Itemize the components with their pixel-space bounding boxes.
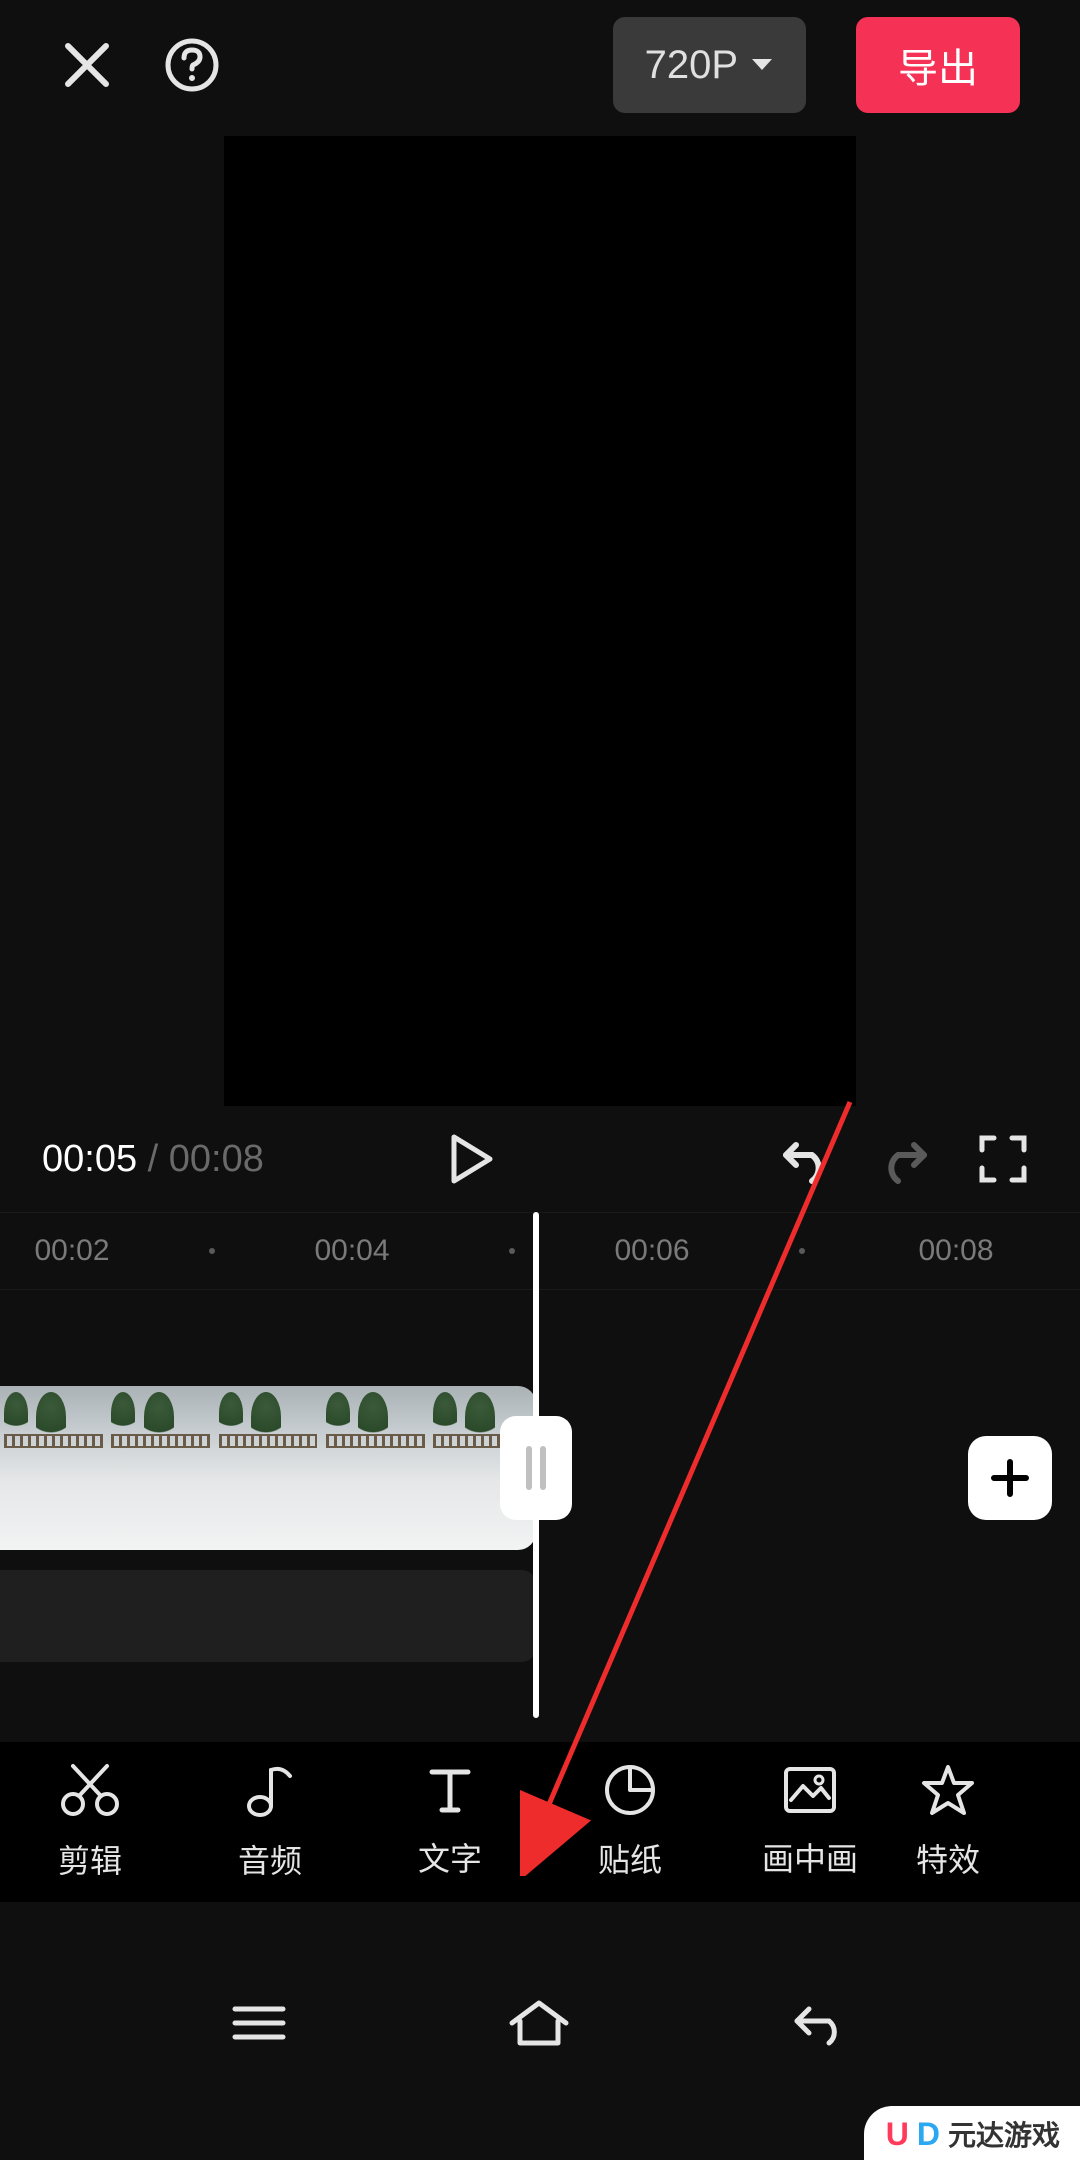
tool-sticker[interactable]: 贴纸	[540, 1766, 720, 1878]
undo-button[interactable]	[778, 1133, 832, 1185]
tool-effects-label: 特效	[916, 1835, 980, 1881]
close-icon	[60, 38, 114, 92]
resolution-selector[interactable]: 720P	[613, 17, 806, 113]
play-button[interactable]	[448, 1133, 494, 1185]
ruler-tick-label: 00:04	[314, 1234, 389, 1268]
fullscreen-icon	[978, 1134, 1028, 1184]
system-nav	[0, 1958, 1080, 2088]
export-button[interactable]: 导出	[856, 17, 1020, 113]
play-icon	[448, 1133, 494, 1185]
export-label: 导出	[898, 36, 978, 94]
tool-text-label: 文字	[418, 1834, 482, 1880]
transition-handle[interactable]	[500, 1416, 572, 1520]
undo-icon	[778, 1133, 832, 1185]
audio-track[interactable]	[0, 1570, 536, 1662]
add-clip-button[interactable]	[968, 1436, 1052, 1520]
current-time: 00:05	[42, 1138, 137, 1180]
sticker-icon	[603, 1763, 657, 1817]
ruler-tick-label: 00:06	[614, 1234, 689, 1268]
tool-effects[interactable]: 特效	[900, 1766, 996, 1878]
back-icon	[789, 1999, 851, 2047]
home-icon	[506, 1997, 572, 2049]
close-button[interactable]	[60, 38, 114, 92]
redo-icon	[878, 1133, 932, 1185]
text-icon	[426, 1764, 474, 1816]
tool-pip[interactable]: 画中画	[720, 1766, 900, 1878]
ruler-tick-dot	[799, 1248, 805, 1254]
ruler-tick-label: 00:02	[34, 1234, 109, 1268]
help-icon	[164, 37, 220, 93]
tool-sticker-label: 贴纸	[598, 1835, 662, 1881]
video-preview[interactable]	[224, 136, 856, 1106]
redo-button[interactable]	[878, 1133, 932, 1185]
plus-icon	[988, 1456, 1032, 1500]
nav-menu-button[interactable]	[229, 2001, 289, 2045]
nav-back-button[interactable]	[789, 1999, 851, 2047]
ruler-tick-dot	[209, 1248, 215, 1254]
timeline-ruler[interactable]: 00:02 00:04 00:06 00:08	[0, 1212, 1080, 1290]
video-clip[interactable]	[0, 1386, 536, 1550]
chevron-down-icon	[750, 57, 774, 73]
music-icon	[244, 1762, 296, 1818]
tool-edit-label: 剪辑	[58, 1836, 122, 1882]
pip-icon	[781, 1764, 839, 1816]
tool-pip-label: 画中画	[762, 1834, 858, 1880]
tool-audio[interactable]: 音频	[180, 1766, 360, 1878]
star-icon	[920, 1763, 976, 1817]
tool-audio-label: 音频	[238, 1836, 302, 1882]
fullscreen-button[interactable]	[978, 1134, 1028, 1184]
ruler-tick-label: 00:08	[918, 1234, 993, 1268]
watermark-text: 元达游戏	[948, 2114, 1060, 2154]
resolution-label: 720P	[645, 43, 738, 88]
tool-bar: 剪辑 音频 文字 贴纸	[0, 1742, 1080, 1902]
tool-text[interactable]: 文字	[360, 1766, 540, 1878]
scissors-icon	[59, 1762, 121, 1818]
tool-edit[interactable]: 剪辑	[0, 1766, 180, 1878]
watermark: UD 元达游戏	[864, 2106, 1080, 2160]
nav-home-button[interactable]	[506, 1997, 572, 2049]
help-button[interactable]	[164, 37, 220, 93]
ruler-tick-dot	[509, 1248, 515, 1254]
menu-icon	[229, 2001, 289, 2045]
